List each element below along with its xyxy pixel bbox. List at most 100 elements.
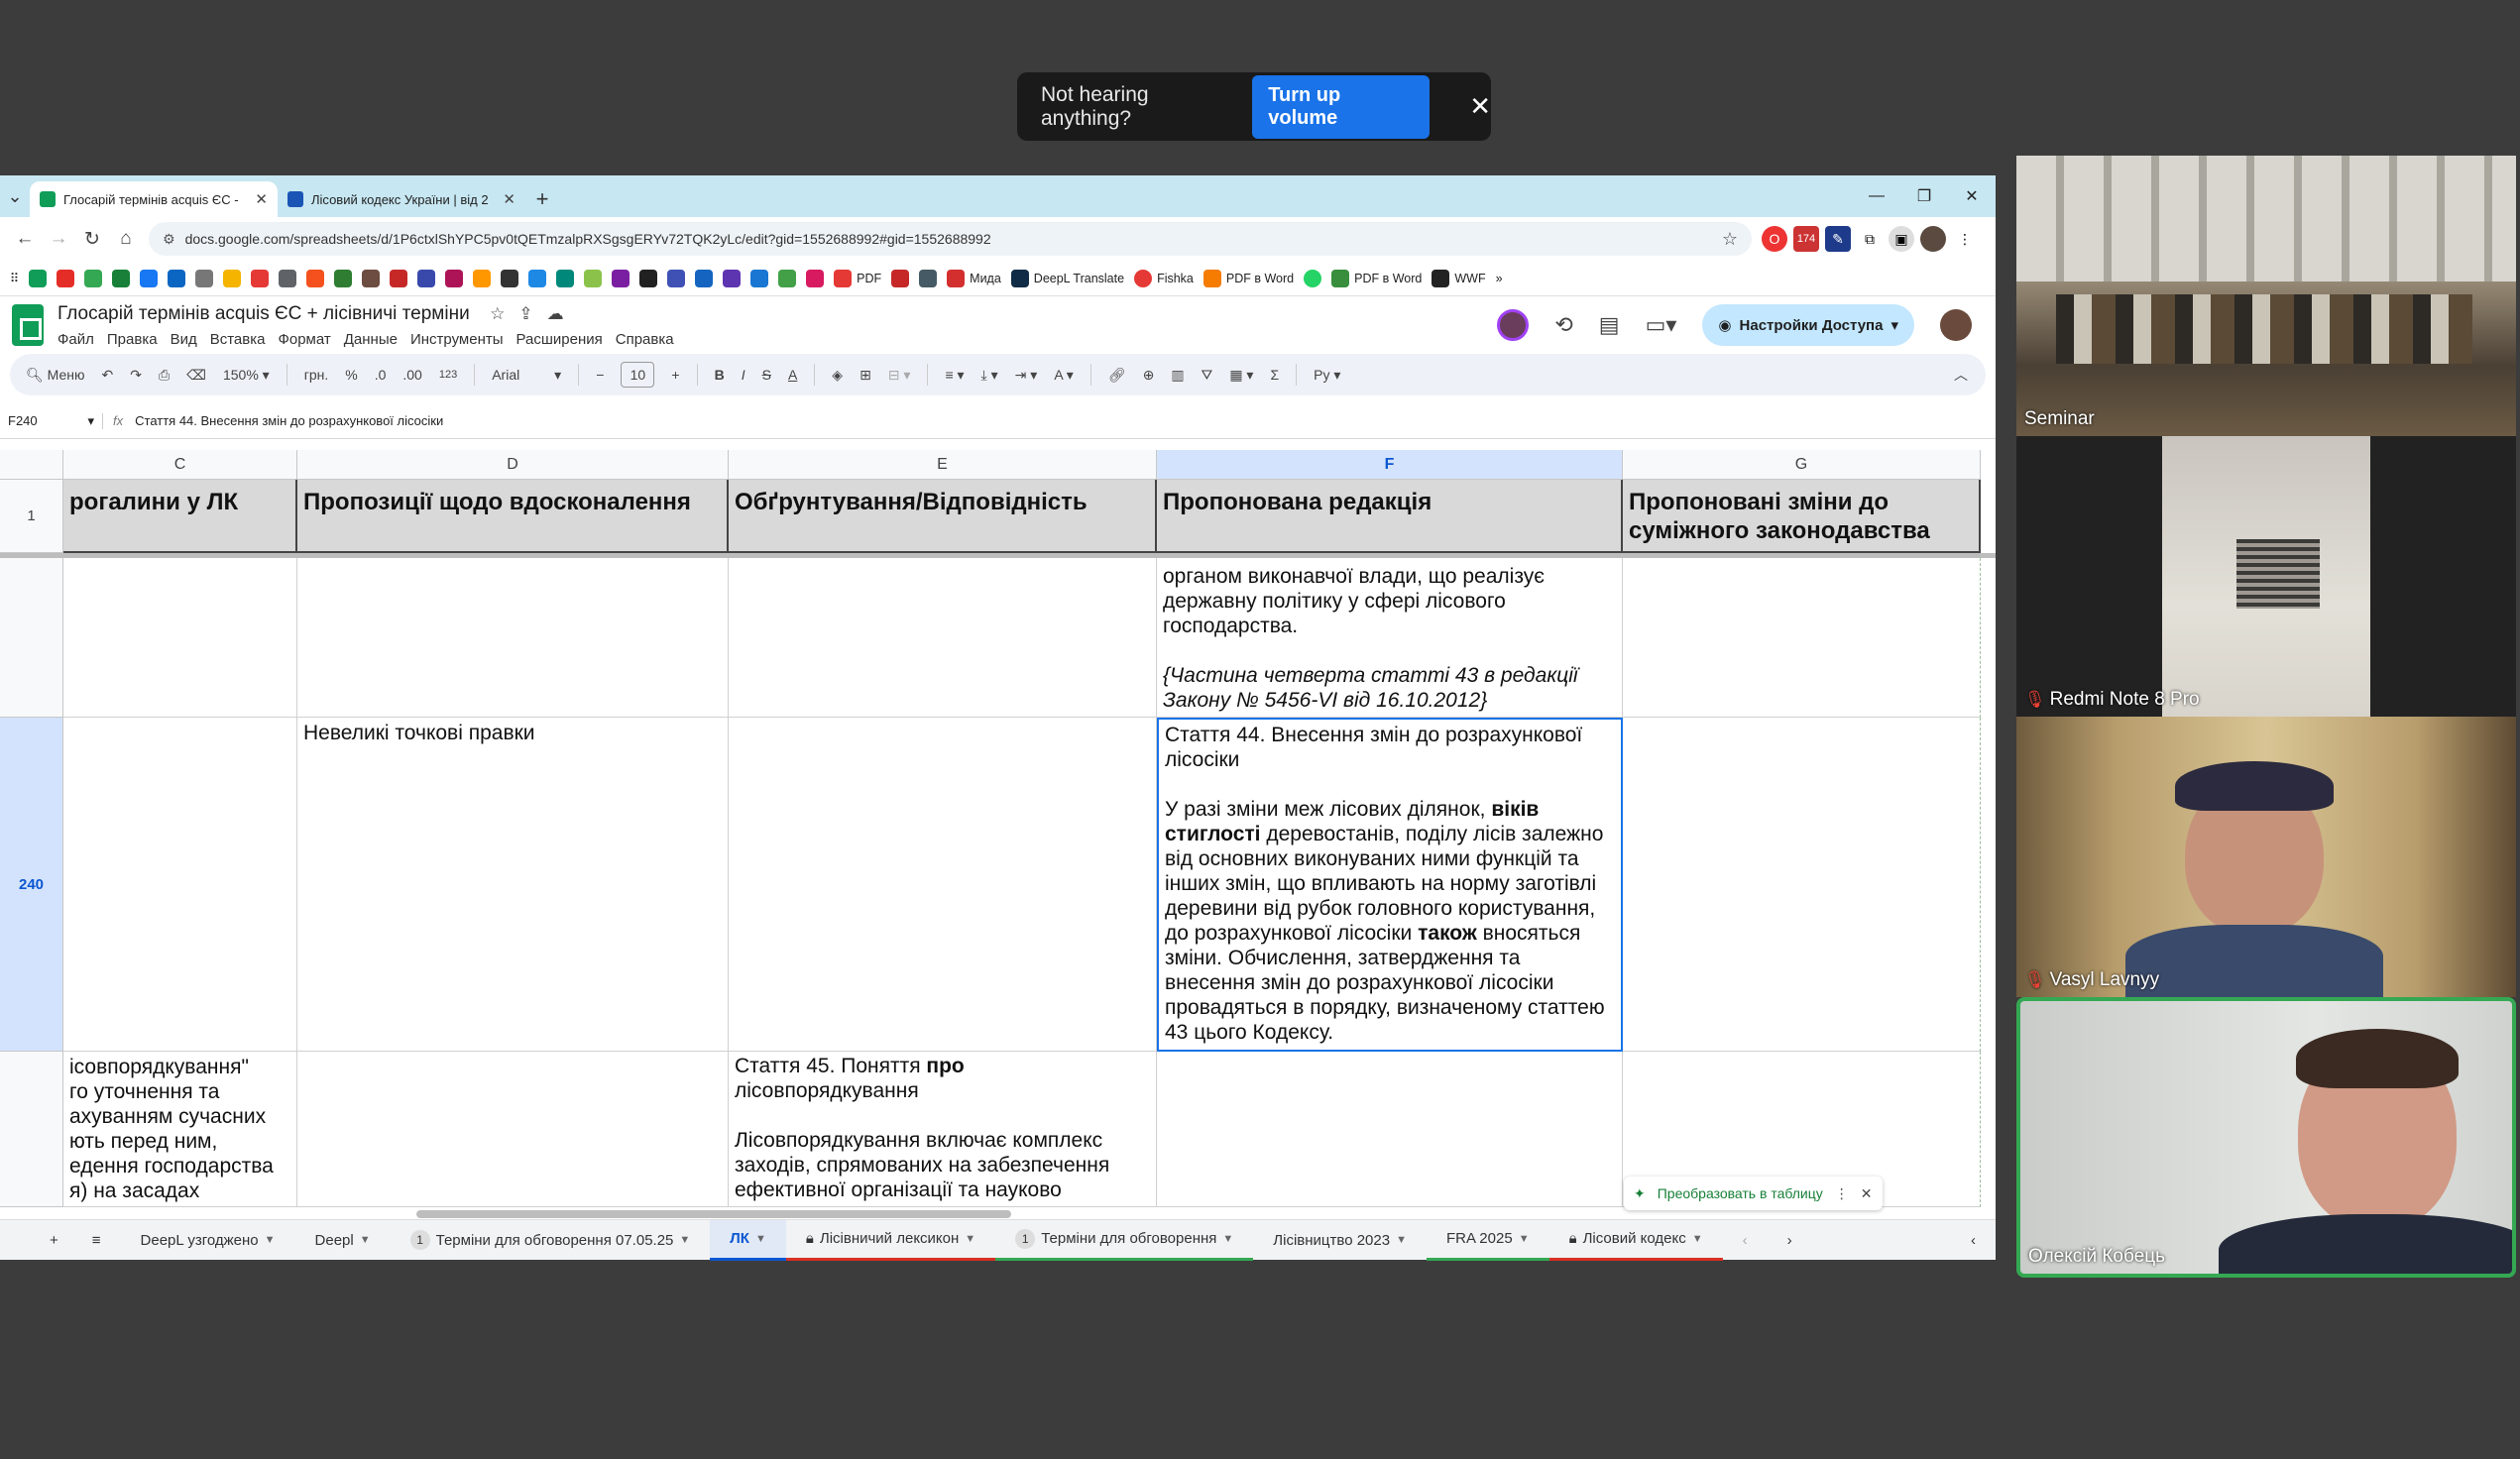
sheet-tab-fra-2025[interactable]: FRA 2025 ▼ [1426, 1220, 1549, 1261]
select-all-corner[interactable] [0, 450, 63, 480]
cell-c-next[interactable]: ісовпорядкування" го уточнення та ахуван… [63, 1052, 297, 1207]
col-header-e[interactable]: E [729, 450, 1157, 480]
restore-icon[interactable]: ❐ [1900, 175, 1948, 217]
sheet-tab-terms[interactable]: 1 Терміни для обговорення ▼ [995, 1220, 1254, 1261]
increase-decimal[interactable]: .00 [402, 367, 421, 383]
bookmark-icon[interactable] [891, 269, 910, 287]
bookmark-icon[interactable] [195, 269, 214, 287]
opera-ext-icon[interactable]: O [1762, 226, 1787, 252]
cell-f-prev[interactable]: органом виконавчої влади, що реалізує де… [1157, 558, 1623, 718]
forward-icon[interactable]: → [42, 222, 75, 256]
menu-view[interactable]: Вид [171, 331, 197, 348]
menu-format[interactable]: Формат [278, 331, 330, 348]
sidebar-icon[interactable]: ▣ [1889, 226, 1914, 252]
filter-views-icon[interactable]: ▦ ▾ [1229, 367, 1253, 384]
video-tile-oleksiy[interactable]: Олексій Кобець [2016, 997, 2516, 1278]
extensions-puzzle-icon[interactable]: ⧉ [1857, 226, 1883, 252]
col-header-f[interactable]: F [1157, 450, 1623, 480]
menu-tools[interactable]: Инструменты [410, 331, 504, 348]
cell-d-next[interactable] [297, 1052, 729, 1207]
name-box[interactable]: F240 ▾ [8, 412, 103, 429]
sheets-logo-icon[interactable] [12, 304, 44, 346]
move-icon[interactable]: ⇪ [518, 304, 532, 324]
row-header-prev[interactable] [0, 558, 63, 718]
youtube-icon[interactable] [57, 269, 75, 287]
bookmark-icon[interactable] [473, 269, 492, 287]
bookmark-star-icon[interactable]: ☆ [1722, 229, 1738, 250]
header-cell-g[interactable]: Пропоновані зміни до суміжного законодав… [1623, 480, 1981, 553]
bookmark-icon[interactable] [501, 269, 519, 287]
bookmark-icon[interactable] [306, 269, 325, 287]
insert-comment-icon[interactable]: ⊕ [1143, 367, 1155, 384]
bookmark-icon[interactable] [612, 269, 630, 287]
bookmark-pdf-word-1[interactable]: PDF в Word [1203, 269, 1294, 287]
profile-avatar-icon[interactable] [1920, 226, 1946, 252]
cell-f240-selected[interactable]: Стаття 44. Внесення змін до розрахунково… [1157, 718, 1623, 1052]
scroll-right-icon[interactable]: › [1768, 1220, 1812, 1261]
more-options-icon[interactable]: ⋮ [1835, 1185, 1849, 1202]
bookmark-icon[interactable] [417, 269, 436, 287]
bookmark-icon[interactable] [750, 269, 769, 287]
browser-menu-icon[interactable]: ⋮ [1952, 226, 1978, 252]
bookmark-icon[interactable] [778, 269, 797, 287]
insert-link-icon[interactable]: 🔗︎ [1108, 367, 1126, 384]
add-sheet-icon[interactable]: + [0, 1220, 72, 1261]
insert-chart-icon[interactable]: ▥ [1171, 367, 1184, 384]
tab-search-icon[interactable]: ⌄ [0, 175, 30, 217]
horizontal-scrollbar[interactable] [416, 1210, 1011, 1218]
bookmark-deepl[interactable]: DeepL Translate [1010, 269, 1124, 287]
bookmark-pdf-word-2[interactable]: PDF в Word [1331, 269, 1422, 287]
bookmark-icon[interactable] [528, 269, 547, 287]
share-button[interactable]: ◉ Настройки Доступа ▾ [1702, 304, 1914, 346]
doc-title[interactable]: Глосарій термінів acquis ЄС + лісівничі … [57, 303, 470, 324]
bookmark-icon[interactable] [390, 269, 408, 287]
menu-extensions[interactable]: Расширения [516, 331, 603, 348]
tab-close-icon[interactable]: ✕ [255, 190, 268, 208]
row-header-next[interactable] [0, 1052, 63, 1207]
number-format[interactable]: 123 [439, 369, 457, 381]
menu-help[interactable]: Справка [616, 331, 674, 348]
back-icon[interactable]: ← [8, 222, 42, 256]
close-window-icon[interactable]: ✕ [1948, 175, 1996, 217]
bookmark-icon[interactable] [362, 269, 381, 287]
bookmark-icon[interactable] [84, 269, 103, 287]
undo-icon[interactable]: ↶ [102, 367, 114, 384]
bookmark-icon[interactable] [223, 269, 242, 287]
cell-e240[interactable] [729, 718, 1157, 1052]
menu-edit[interactable]: Правка [107, 331, 158, 348]
font-size-decrease-icon[interactable]: − [596, 367, 604, 383]
search-menus-button[interactable]: 🔍︎ Меню [26, 367, 85, 384]
merge-cells-icon[interactable]: ⊟ ▾ [888, 367, 911, 384]
cell-c-prev[interactable] [63, 558, 297, 718]
font-size-increase-icon[interactable]: + [671, 367, 679, 383]
account-avatar[interactable] [1940, 309, 1972, 341]
home-icon[interactable]: ⌂ [109, 222, 143, 256]
bookmark-wwf[interactable]: WWF [1432, 269, 1486, 287]
strikethrough-icon[interactable]: S [762, 367, 771, 383]
sheet-tab-lexicon[interactable]: 🔒︎ Лісівничий лексикон ▼ [785, 1220, 996, 1261]
cell-g240[interactable] [1623, 718, 1981, 1052]
italic-icon[interactable]: I [742, 367, 745, 383]
text-rotate-icon[interactable]: A ▾ [1054, 367, 1073, 384]
facebook-icon[interactable] [140, 269, 159, 287]
site-info-icon[interactable]: ⚙ [163, 231, 175, 248]
bookmark-icon[interactable] [168, 269, 186, 287]
col-header-d[interactable]: D [297, 450, 729, 480]
bookmark-icon[interactable] [667, 269, 686, 287]
apps-grid-icon[interactable]: ⠿ [10, 271, 19, 285]
bookmark-icon[interactable] [112, 269, 131, 287]
bookmark-icon[interactable] [919, 269, 938, 287]
borders-icon[interactable]: ⊞ [859, 367, 871, 384]
bookmark-icon[interactable] [695, 269, 714, 287]
turn-up-volume-button[interactable]: Turn up volume [1252, 74, 1431, 139]
input-tools-select[interactable]: Ру ▾ [1314, 367, 1340, 384]
video-tile-vasyl[interactable]: 🎙︎ Vasyl Lavnyy [2016, 717, 2516, 997]
video-tile-redmi[interactable]: 🎙︎ Redmi Note 8 Pro [2016, 436, 2516, 717]
cell-c240[interactable] [63, 718, 297, 1052]
row-header-1[interactable]: 1 [0, 480, 63, 553]
bold-icon[interactable]: B [715, 367, 725, 383]
chip-close-icon[interactable]: ✕ [1861, 1185, 1873, 1202]
convert-to-table-chip[interactable]: ✦ Преобразовать в таблицу ⋮ ✕ [1624, 1177, 1883, 1210]
header-cell-d[interactable]: Пропозиції щодо вдосконалення [297, 480, 729, 553]
tab-close-icon[interactable]: ✕ [503, 190, 515, 208]
